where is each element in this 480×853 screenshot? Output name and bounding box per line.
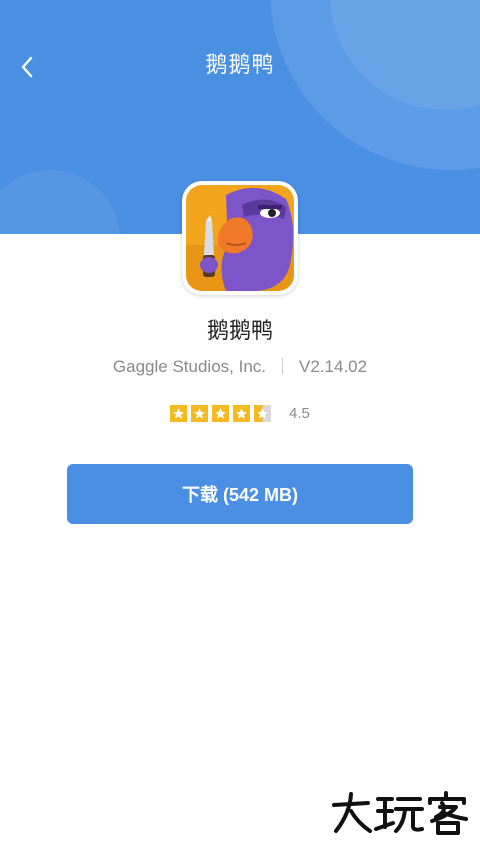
star-icon — [212, 404, 229, 422]
app-icon-frame — [182, 181, 298, 295]
star-icon — [191, 404, 208, 422]
download-label: 下载 (542 MB) — [181, 485, 298, 505]
rating-row: 4.5 — [170, 404, 310, 422]
download-button[interactable]: 下载 (542 MB) — [67, 464, 413, 524]
developer-name: Gaggle Studios, Inc. — [112, 357, 267, 376]
watermark-logo — [330, 791, 470, 839]
app-version: V2.14.02 — [299, 357, 368, 376]
goose-duck-app-icon — [186, 185, 294, 291]
app-meta: Gaggle Studios, Inc. V2.14.02 — [0, 357, 480, 377]
rating-value: 4.5 — [289, 404, 310, 422]
star-half-icon — [254, 404, 271, 422]
star-icon — [170, 404, 187, 422]
page-title: 鹅鹅鸭 — [205, 53, 275, 78]
decorative-circle — [0, 170, 120, 234]
app-name: 鹅鹅鸭 — [206, 319, 273, 344]
star-icon — [233, 404, 250, 422]
meta-divider — [282, 358, 284, 374]
